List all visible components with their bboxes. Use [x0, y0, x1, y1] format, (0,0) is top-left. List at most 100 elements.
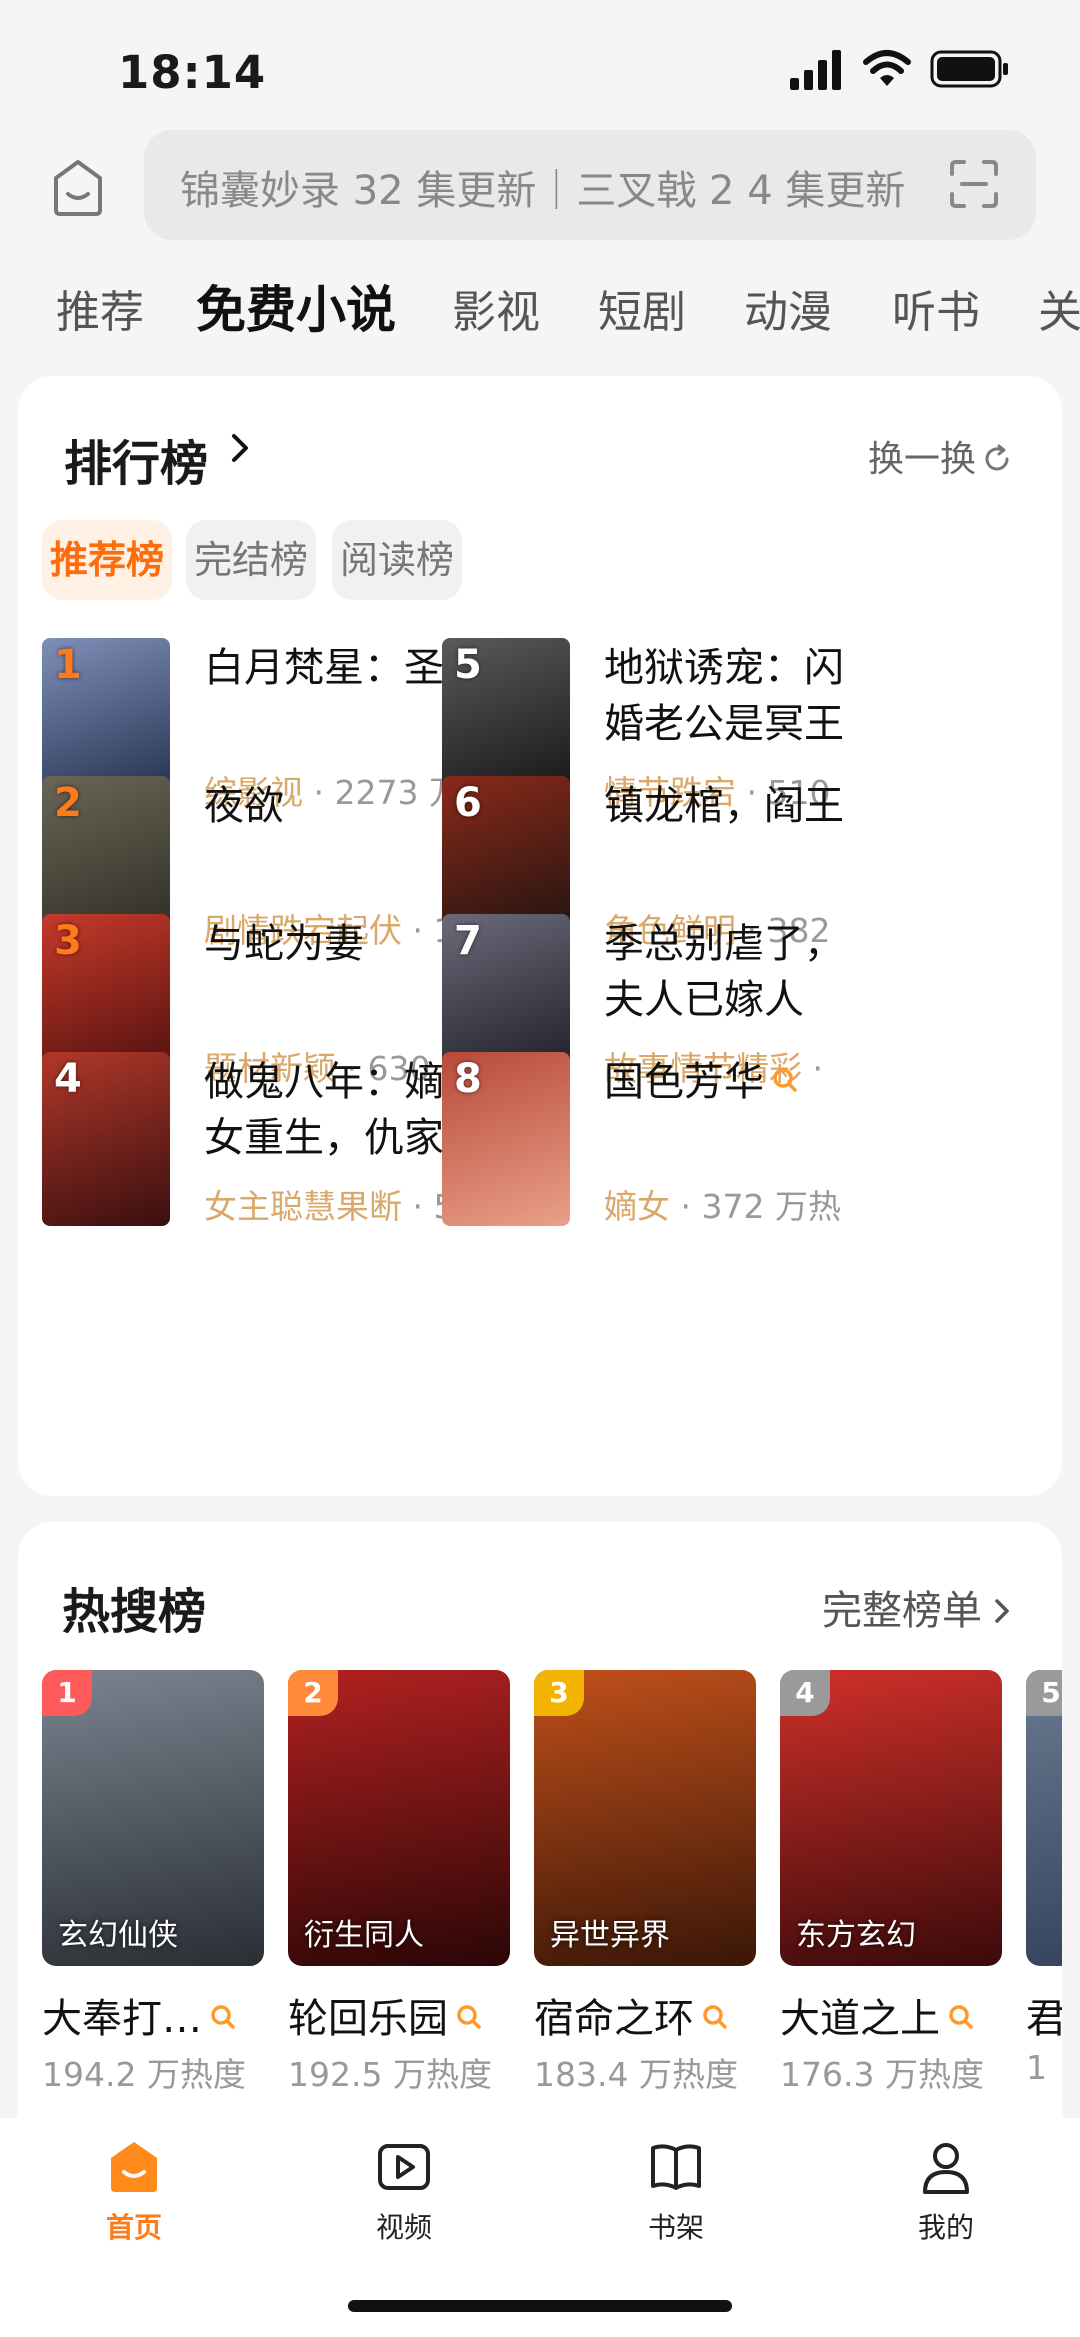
book-title-text: 国色芳华: [604, 1059, 764, 1105]
status-time: 18:14: [118, 46, 267, 99]
nav-video[interactable]: 视频: [324, 2138, 484, 2258]
full-list-label: 完整榜单: [822, 1588, 982, 1634]
tab-completed-list[interactable]: 完结榜: [186, 520, 316, 600]
book-heat: 194.2 万热度: [42, 2055, 246, 2094]
book-cover: 4 东方玄幻: [780, 1670, 1002, 1966]
battery-icon: [930, 50, 1008, 88]
nav-bookshelf[interactable]: 书架: [596, 2138, 756, 2258]
rank-number: 4: [54, 1056, 82, 1102]
chevron-right-icon[interactable]: [228, 428, 252, 468]
book-heat: 372 万热: [701, 1187, 841, 1226]
signal-icon: [790, 50, 841, 90]
profile-icon: [923, 2143, 969, 2194]
tab-recommend-list[interactable]: 推荐榜: [42, 520, 172, 600]
book-meta: 嫡女 · 372 万热: [604, 1187, 841, 1226]
book-heat: 183.4 万热度: [534, 2055, 738, 2094]
search-hint-text: 锦囊妙录 32 集更新｜三叉戟 2 4 集更新: [180, 168, 906, 214]
rank-badge: 5: [1026, 1670, 1062, 1716]
search-bar[interactable]: 锦囊妙录 32 集更新｜三叉戟 2 4 集更新: [144, 130, 1036, 240]
book-title: 国色芳华: [604, 1054, 844, 1110]
rank-badge: 2: [288, 1670, 338, 1716]
hot-book-item[interactable]: 4 东方玄幻 大道之上 176.3 万热度: [780, 1670, 1002, 2094]
tab-free-novels[interactable]: 免费小说: [196, 270, 396, 342]
hot-book-item[interactable]: 1 玄幻仙侠 大奉打… 194.2 万热度: [42, 1670, 264, 2094]
book-cover: 1 玄幻仙侠: [42, 1670, 264, 1966]
book-title: 做鬼八年：嫡女重生，仇家祖坟铲平了: [204, 1059, 444, 1161]
home-indicator: [348, 2300, 732, 2312]
book-name: 大道之上: [780, 1986, 974, 2044]
book-genre: 玄幻仙侠: [58, 1918, 178, 1953]
book-name-text: 轮回乐园: [288, 1996, 448, 2042]
book-title: 夜欲: [204, 783, 284, 829]
book-cover: 4: [42, 1052, 170, 1226]
book-tag: 嫡女: [604, 1187, 670, 1226]
book-cover: 2 衍生同人: [288, 1670, 510, 1966]
nav-bookshelf-label: 书架: [647, 2211, 704, 2244]
book-title: 白月梵星：圣女: [204, 645, 444, 691]
search-icon: [211, 2005, 235, 2029]
app-logo-icon[interactable]: [46, 156, 110, 220]
book-cover: 8: [442, 1052, 570, 1226]
tab-audiobook[interactable]: 听书: [892, 276, 980, 340]
book-heat: 176.3 万热度: [780, 2055, 984, 2094]
rank-badge: 4: [780, 1670, 830, 1716]
ranking-item[interactable]: 8 国色芳华 嫡女 · 372 万热: [442, 1052, 1062, 1232]
refresh-icon: [985, 444, 1009, 471]
full-list-button[interactable]: 完整榜单: [822, 1578, 1012, 1636]
category-tabs: 推荐 免费小说 影视 短剧 动漫 听书 关: [0, 268, 1080, 348]
nav-profile[interactable]: 我的: [866, 2138, 1026, 2258]
book-name-text: 大奉打…: [42, 1996, 202, 2042]
hot-book-item[interactable]: 3 异世异界 宿命之环 183.4 万热度: [534, 1670, 756, 2094]
book-name: 君: [1026, 1996, 1062, 2042]
hot-search-title: 热搜榜: [62, 1584, 207, 1640]
scan-icon[interactable]: [948, 158, 1000, 210]
refresh-button[interactable]: 换一换: [868, 430, 1012, 482]
app-screen: 18:14 锦囊妙录 32 集更新｜三叉戟 2 4 集更新 推荐 免费小说 影视…: [0, 0, 1080, 2337]
hot-book-item[interactable]: 5 君 1: [1026, 1670, 1062, 2090]
search-icon: [773, 1068, 797, 1092]
rank-number: 5: [454, 642, 482, 688]
wifi-icon: [863, 50, 911, 86]
search-icon: [949, 2005, 973, 2029]
tab-anime[interactable]: 动漫: [744, 276, 832, 340]
search-icon: [703, 2005, 727, 2029]
nav-profile-label: 我的: [917, 2211, 974, 2244]
top-bar: 锦囊妙录 32 集更新｜三叉戟 2 4 集更新: [0, 128, 1080, 244]
book-genre: 异世异界: [550, 1918, 670, 1953]
hot-book-item[interactable]: 2 衍生同人 轮回乐园 192.5 万热度: [288, 1670, 510, 2094]
rank-badge: 3: [534, 1670, 584, 1716]
book-title: 镇龙棺，阎王命: [604, 783, 844, 829]
video-icon: [378, 2144, 430, 2190]
book-tag: 女主聪慧果断: [204, 1187, 402, 1226]
rank-number: 8: [454, 1056, 482, 1102]
book-title: 与蛇为妻: [204, 921, 364, 967]
book-title: 地狱诱宠：闪婚老公是冥王: [604, 645, 844, 747]
tab-reading-list[interactable]: 阅读榜: [332, 520, 462, 600]
tab-follow[interactable]: 关: [1038, 276, 1080, 340]
tab-film[interactable]: 影视: [452, 276, 540, 340]
rank-number: 7: [454, 918, 482, 964]
book-name: 轮回乐园: [288, 1986, 482, 2044]
rank-number: 3: [54, 918, 82, 964]
home-icon: [111, 2142, 157, 2192]
book-title: 季总别虐了，夫人已嫁人: [604, 921, 844, 1023]
tab-short-drama[interactable]: 短剧: [598, 276, 686, 340]
book-name: 宿命之环: [534, 1986, 728, 2044]
ranking-title[interactable]: 排行榜: [64, 424, 208, 494]
book-genre: 东方玄幻: [796, 1918, 916, 1953]
book-genre: 衍生同人: [304, 1918, 424, 1953]
rank-number: 6: [454, 780, 482, 826]
status-bar: 18:14: [0, 0, 1080, 130]
book-cover: 5: [1026, 1670, 1062, 1966]
ranking-item[interactable]: 4 做鬼八年：嫡女重生，仇家祖坟铲平了 女主聪慧果断 · 517 万…: [42, 1052, 444, 1232]
rank-number: 2: [54, 780, 82, 826]
bookshelf-icon: [651, 2144, 701, 2190]
book-meta: 女主聪慧果断 · 517 万…: [204, 1180, 444, 1228]
ranking-card: 排行榜 换一换 推荐榜 完结榜 阅读榜 1 白月梵星：圣女 综影视 · 2273…: [18, 376, 1062, 1496]
tab-recommend[interactable]: 推荐: [56, 276, 144, 340]
chevron-right-icon: [995, 1599, 1009, 1623]
nav-home[interactable]: 首页: [54, 2138, 214, 2258]
rank-badge: 1: [42, 1670, 92, 1716]
rank-number: 1: [54, 642, 82, 688]
book-heat: 192.5 万热度: [288, 2055, 492, 2094]
